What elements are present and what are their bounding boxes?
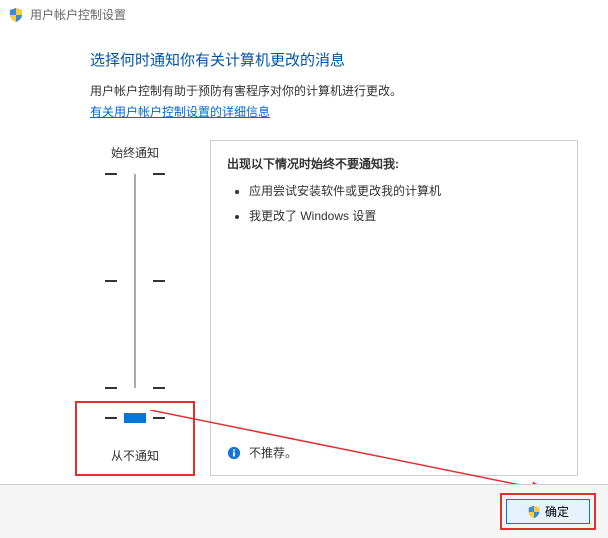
page-subtext: 用户帐户控制有助于预防有害程序对你的计算机进行更改。	[90, 82, 578, 99]
window-title: 用户帐户控制设置	[30, 6, 126, 23]
slider-track	[134, 174, 136, 388]
dialog-footer: 确定	[0, 484, 608, 538]
highlight-box-slider: 从不通知	[75, 401, 195, 476]
slider-label-bottom: 从不通知	[111, 447, 159, 464]
content-area: 选择何时通知你有关计算机更改的消息 用户帐户控制有助于预防有害程序对你的计算机进…	[0, 29, 608, 476]
slider-column: 始终通知 从不通知	[90, 140, 180, 476]
shield-icon	[527, 505, 541, 519]
slider-tick-bottom	[105, 413, 165, 423]
page-heading: 选择何时通知你有关计算机更改的消息	[90, 49, 578, 70]
ok-button[interactable]: 确定	[506, 499, 590, 524]
window-titlebar: 用户帐户控制设置	[0, 0, 608, 29]
info-note-text: 不推荐。	[249, 444, 297, 461]
info-list-item: 应用尝试安装软件或更改我的计算机	[249, 182, 561, 199]
ok-button-label: 确定	[545, 503, 569, 520]
info-note: 不推荐。	[227, 444, 561, 461]
info-icon	[227, 446, 241, 460]
slider-label-top: 始终通知	[111, 144, 159, 161]
info-list: 应用尝试安装软件或更改我的计算机 我更改了 Windows 设置	[233, 182, 561, 232]
slider-area: 始终通知 从不通知 出现以下情况时始终不要通知我: 应用尝试安装软件或更改我的计…	[90, 140, 578, 476]
info-title: 出现以下情况时始终不要通知我:	[227, 155, 561, 172]
info-panel: 出现以下情况时始终不要通知我: 应用尝试安装软件或更改我的计算机 我更改了 Wi…	[210, 140, 578, 476]
shield-icon	[8, 7, 24, 23]
details-link[interactable]: 有关用户帐户控制设置的详细信息	[90, 105, 270, 119]
uac-slider[interactable]	[105, 171, 165, 391]
slider-thumb[interactable]	[124, 413, 146, 423]
highlight-box-ok: 确定	[500, 493, 596, 530]
info-list-item: 我更改了 Windows 设置	[249, 207, 561, 224]
